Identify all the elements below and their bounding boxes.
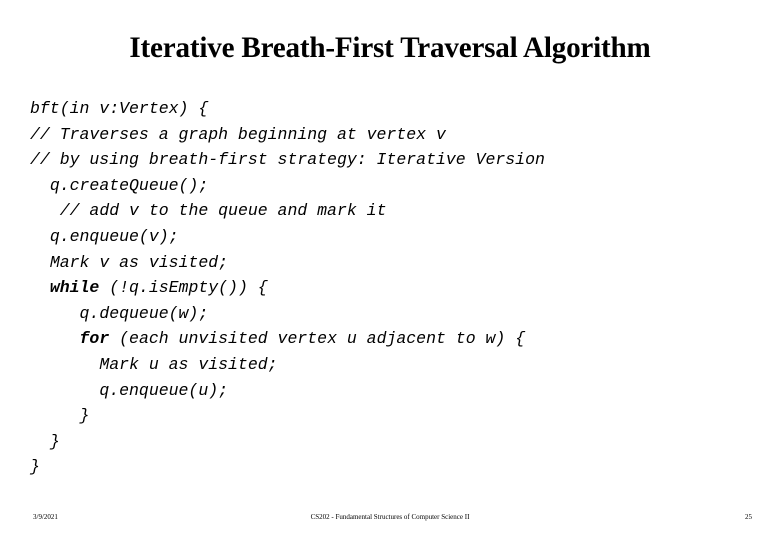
code-text: q.createQueue(); <box>49 175 209 195</box>
code-text: } <box>79 406 90 426</box>
code-text: Mark v as visited; <box>49 252 229 272</box>
code-line: Mark u as visited; <box>30 352 750 378</box>
code-line: // add v to the queue and mark it <box>30 198 750 224</box>
pseudocode-block: bft(in v:Vertex) { // Traverses a graph b… <box>30 96 750 480</box>
code-keyword: for <box>79 329 110 349</box>
code-line: q.enqueue(v); <box>30 224 750 250</box>
code-line: } <box>30 454 750 480</box>
code-text: (each unvisited vertex u adjacent to w) … <box>109 329 526 349</box>
code-line: q.enqueue(u); <box>30 378 750 404</box>
code-text: } <box>30 457 40 477</box>
code-line: while (!q.isEmpty()) { <box>30 275 750 301</box>
code-text: // add v to the queue and mark it <box>59 201 387 221</box>
slide-canvas: Iterative Breath-First Traversal Algorit… <box>0 0 780 540</box>
code-text: } <box>49 431 60 451</box>
code-line: for (each unvisited vertex u adjacent to… <box>30 326 750 352</box>
code-keyword: while <box>49 278 100 298</box>
code-text: // by using breath-first strategy: Itera… <box>30 150 545 170</box>
code-line: q.dequeue(w); <box>30 301 750 327</box>
footer-course-title: CS202 - Fundamental Structures of Comput… <box>310 513 470 521</box>
code-line: // by using breath-first strategy: Itera… <box>30 147 750 173</box>
code-line: bft(in v:Vertex) { <box>30 96 750 122</box>
code-text: Mark u as visited; <box>99 354 278 374</box>
code-text: (!q.isEmpty()) { <box>99 278 268 298</box>
code-text: // Traverses a graph beginning at vertex… <box>30 124 446 144</box>
code-line: } <box>30 429 750 455</box>
slide-footer: 3/9/2021 CS202 - Fundamental Structures … <box>0 509 780 525</box>
code-text: q.enqueue(u); <box>99 380 229 400</box>
code-text: q.dequeue(w); <box>79 303 209 323</box>
code-text: bft(in v:Vertex) { <box>30 99 209 118</box>
code-text: q.enqueue(v); <box>49 226 179 246</box>
code-line: // Traverses a graph beginning at vertex… <box>30 122 750 148</box>
page-title: Iterative Breath-First Traversal Algorit… <box>129 31 651 64</box>
code-line: q.createQueue(); <box>30 173 750 199</box>
code-line: } <box>30 403 750 429</box>
code-line: Mark v as visited; <box>30 250 750 276</box>
footer-page-number: 25 <box>745 513 752 521</box>
